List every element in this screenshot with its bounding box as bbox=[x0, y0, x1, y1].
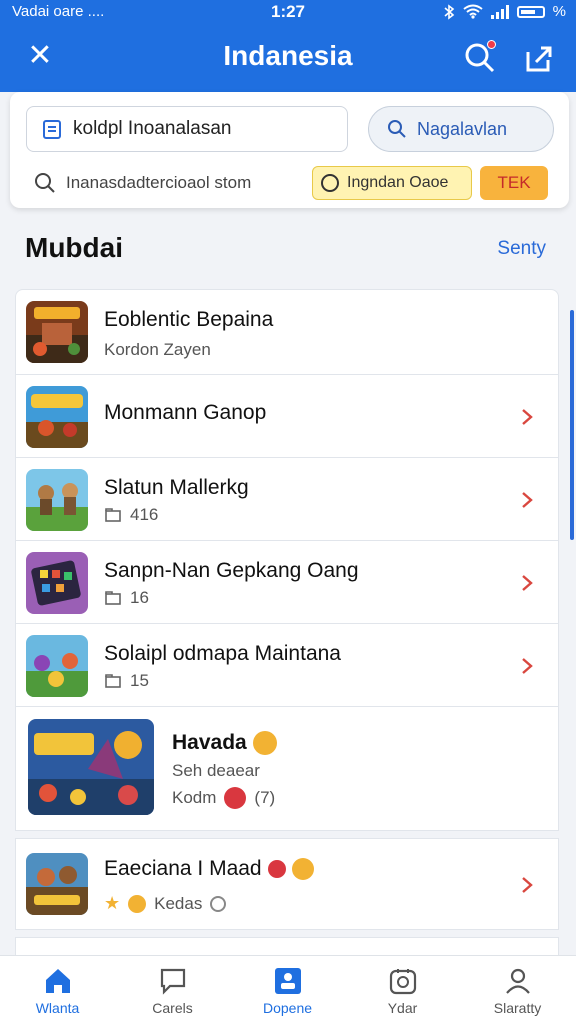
list-item-title: Solaipl odmapa Maintana bbox=[104, 642, 341, 665]
chat-icon bbox=[160, 968, 186, 995]
search-query-input[interactable]: Inanasdadtercioaol stom bbox=[34, 166, 294, 200]
list-item-title: Havada bbox=[172, 731, 277, 755]
list-item-count: 15 bbox=[130, 671, 149, 690]
signal-icon bbox=[490, 4, 509, 19]
contact-card-icon bbox=[275, 968, 301, 994]
filter-chip[interactable]: Ingndan Oaoe bbox=[312, 166, 472, 200]
list-item-meta: ★ Kedas bbox=[104, 893, 227, 914]
list-item-title: Slatun Mallerkg bbox=[104, 476, 249, 499]
red-badge-icon bbox=[267, 860, 286, 878]
radio-icon bbox=[321, 174, 339, 192]
angry-emoji-icon bbox=[224, 787, 247, 809]
chevron-right-icon bbox=[522, 492, 533, 508]
game-thumbnail bbox=[28, 719, 154, 815]
notification-dot bbox=[487, 40, 496, 49]
list-item[interactable]: Eaeciana I Maad ★ Kedas bbox=[15, 838, 559, 930]
list-item[interactable]: Solaipl odmapa Maintana 15 bbox=[15, 623, 559, 707]
chevron-right-icon bbox=[522, 409, 533, 425]
app-header: Vadai oare .... 1:27 % ✕ Indanesia bbox=[0, 0, 576, 92]
tab-home[interactable]: Wlanta bbox=[0, 956, 115, 1024]
share-icon bbox=[526, 46, 552, 72]
profile-icon bbox=[506, 968, 530, 994]
status-icons: % bbox=[443, 3, 566, 20]
status-bar: Vadai oare .... 1:27 % bbox=[0, 0, 576, 24]
game-thumbnail bbox=[26, 469, 88, 531]
share-button[interactable] bbox=[520, 40, 556, 76]
wifi-icon bbox=[463, 4, 483, 19]
game-list: Eoblentic Bepaina Kordon Zayen Monmann G… bbox=[15, 289, 559, 978]
scrollbar[interactable] bbox=[570, 310, 574, 540]
featured-list-item[interactable]: Havada Seh deaear Kodm (7) bbox=[15, 706, 559, 831]
folder-icon bbox=[105, 674, 121, 688]
list-item-title-text: Eaeciana I Maad bbox=[104, 857, 262, 880]
list-item[interactable]: Monmann Ganop bbox=[15, 374, 559, 458]
search-submit-button[interactable]: Nagalavlan bbox=[368, 106, 554, 152]
list-item-title: Sanpn-Nan Gepkang Oang bbox=[104, 559, 359, 582]
game-controller-icon bbox=[389, 969, 417, 995]
game-thumbnail bbox=[26, 635, 88, 697]
list-item-title: Eoblentic Bepaina bbox=[104, 308, 274, 331]
list-item-title: Eaeciana I Maad bbox=[104, 857, 314, 881]
filter-chip-label: Ingndan Oaoe bbox=[347, 174, 449, 191]
bluetooth-icon bbox=[444, 3, 454, 20]
destination-value: koldpl Inoanalasan bbox=[73, 118, 232, 139]
emoji-icon bbox=[128, 894, 147, 913]
list-item-meta: Kodm (7) bbox=[172, 787, 275, 809]
tab-label: Ydar bbox=[387, 1000, 418, 1016]
star-icon: ★ bbox=[104, 893, 121, 913]
ticket-icon bbox=[43, 120, 61, 139]
tab-chat[interactable]: Carels bbox=[115, 956, 230, 1024]
game-thumbnail bbox=[26, 552, 88, 614]
list-item-meta: 16 bbox=[104, 588, 149, 608]
search-icon bbox=[388, 120, 406, 138]
list-item[interactable]: Eoblentic Bepaina Kordon Zayen bbox=[15, 289, 559, 375]
list-item-label: Kodm bbox=[172, 788, 217, 807]
home-icon bbox=[46, 969, 70, 993]
list-item-subtitle: Seh deaear bbox=[172, 761, 260, 780]
smile-emoji-icon bbox=[252, 731, 277, 755]
battery-label: % bbox=[552, 3, 566, 20]
destination-field[interactable]: koldpl Inoanalasan bbox=[26, 106, 348, 152]
tab-discover[interactable]: Dopene bbox=[230, 956, 345, 1024]
tab-label: Slaratty bbox=[493, 1000, 542, 1016]
search-icon bbox=[35, 173, 55, 193]
tab-profile[interactable]: Slaratty bbox=[460, 956, 575, 1024]
bottom-nav: Wlanta Carels Dopene Ydar Slaratty bbox=[0, 955, 576, 1024]
chevron-right-icon bbox=[522, 877, 533, 893]
list-item-title: Monmann Ganop bbox=[104, 401, 267, 424]
section-title: Mubdai bbox=[25, 232, 123, 263]
search-card: koldpl Inoanalasan Nagalavlan Inanasdadt… bbox=[10, 92, 569, 208]
tab-label: Carels bbox=[152, 1000, 193, 1016]
list-item-count: 416 bbox=[130, 505, 159, 524]
list-item-meta: 416 bbox=[104, 505, 158, 525]
game-thumbnail bbox=[26, 853, 88, 915]
tag-chip[interactable]: TEK bbox=[480, 166, 548, 200]
info-icon bbox=[210, 895, 227, 912]
folder-icon bbox=[105, 508, 121, 522]
search-button-label: Nagalavlan bbox=[417, 118, 508, 139]
list-item-subtitle: Kedas bbox=[154, 893, 203, 913]
list-item[interactable]: Sanpn-Nan Gepkang Oang 16 bbox=[15, 540, 559, 624]
search-button[interactable] bbox=[462, 40, 498, 76]
battery-icon bbox=[516, 5, 545, 18]
tab-games[interactable]: Ydar bbox=[345, 956, 460, 1024]
list-item-meta: 15 bbox=[104, 671, 149, 691]
chevron-right-icon bbox=[522, 658, 533, 674]
nav-row: ✕ Indanesia bbox=[0, 30, 576, 86]
list-item-count: 16 bbox=[130, 588, 149, 607]
game-thumbnail bbox=[26, 386, 88, 448]
search-query-text: Inanasdadtercioaol stom bbox=[66, 173, 252, 192]
list-item-title-text: Havada bbox=[172, 731, 247, 754]
folder-icon bbox=[105, 591, 121, 605]
game-thumbnail bbox=[26, 301, 88, 363]
tab-label: Wlanta bbox=[35, 1000, 80, 1016]
tab-label: Dopene bbox=[262, 1000, 313, 1016]
chevron-right-icon bbox=[522, 575, 533, 591]
laugh-emoji-icon bbox=[291, 858, 314, 880]
section-link[interactable]: Senty bbox=[497, 238, 546, 260]
list-item[interactable]: Slatun Mallerkg 416 bbox=[15, 457, 559, 541]
list-item-extra: (7) bbox=[254, 788, 276, 807]
list-item-subtitle: Kordon Zayen bbox=[104, 340, 211, 359]
